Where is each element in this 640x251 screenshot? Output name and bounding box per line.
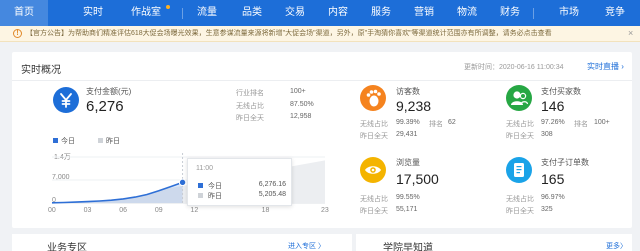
enter-zone-link[interactable]: 进入专区 〉 (288, 241, 325, 251)
buyers-label: 支付买家数 (541, 87, 581, 96)
x-tick-label: 06 (119, 207, 127, 214)
tooltip-time: 11:00 (196, 165, 213, 172)
suborders-yesterday-value: 325 (541, 206, 553, 213)
visitors-rank-value: 62 (448, 119, 456, 126)
suborders-wireless-key: 无线占比 (506, 196, 534, 203)
visitors-wireless-key: 无线占比 (360, 121, 388, 128)
academy-more-link[interactable]: 更多〉 (606, 241, 627, 251)
visitors-label: 访客数 (396, 87, 420, 96)
visitors-value: 9,238 (396, 98, 432, 114)
x-tick-label: 18 (261, 207, 270, 214)
buyers-wireless-value: 97.26% (541, 119, 565, 126)
business-zone-title: 业务专区 (47, 243, 87, 251)
buyers-yesterday-value: 308 (541, 131, 553, 138)
pageviews-wireless-value: 99.55% (396, 194, 420, 201)
pageviews-wireless-key: 无线占比 (360, 196, 388, 203)
eye-icon (360, 157, 386, 183)
order-icon (506, 157, 532, 183)
tooltip-yesterday-label: 昨日 (208, 193, 222, 200)
pageviews-label: 浏览量 (396, 158, 420, 167)
suborders-label: 支付子订单数 (541, 158, 589, 167)
buyers-yesterday-key: 昨日全天 (506, 133, 534, 140)
x-tick-label: 03 (83, 207, 92, 214)
visitors-rank-key: 排名 (429, 121, 443, 128)
x-tick-label: 23 (321, 207, 329, 214)
x-tick-label: 09 (154, 207, 163, 214)
buyers-value: 146 (541, 98, 565, 114)
suborders-value: 165 (541, 171, 565, 187)
tooltip-swatch-today (198, 183, 203, 188)
suborders-yesterday-key: 昨日全天 (506, 208, 534, 215)
pageviews-value: 17,500 (396, 171, 439, 187)
visitors-yesterday-value: 29,431 (396, 131, 418, 138)
x-tick-label: 00 (48, 207, 56, 214)
pageviews-yesterday-value: 55,171 (396, 206, 418, 213)
x-tick-label: 12 (190, 207, 199, 214)
tooltip-yesterday-value: 5,205.48 (258, 191, 286, 198)
buyers-rank-key: 排名 (574, 121, 588, 128)
today-point (178, 178, 187, 187)
academy-title: 学院早知道 (383, 243, 433, 251)
buyer-icon (506, 85, 532, 111)
suborders-wireless-value: 96.97% (541, 194, 565, 201)
tooltip-today-value: 6,276.16 (258, 181, 286, 188)
tooltip-today-label: 今日 (208, 183, 222, 190)
buyers-wireless-key: 无线占比 (506, 121, 534, 128)
visitors-wireless-value: 99.39% (396, 119, 420, 126)
footprint-icon (360, 85, 386, 111)
visitors-yesterday-key: 昨日全天 (360, 133, 388, 140)
pageviews-yesterday-key: 昨日全天 (360, 208, 388, 215)
tooltip-swatch-yesterday (198, 193, 203, 198)
academy-section: 学院早知道 更多〉 (356, 234, 632, 251)
chart-tooltip: 11:00 今日 6,276.16 昨日 5,205.48 (187, 158, 292, 206)
business-zone-section: 业务专区 进入专区 〉 (12, 234, 352, 251)
buyers-rank-value: 100+ (594, 119, 610, 126)
